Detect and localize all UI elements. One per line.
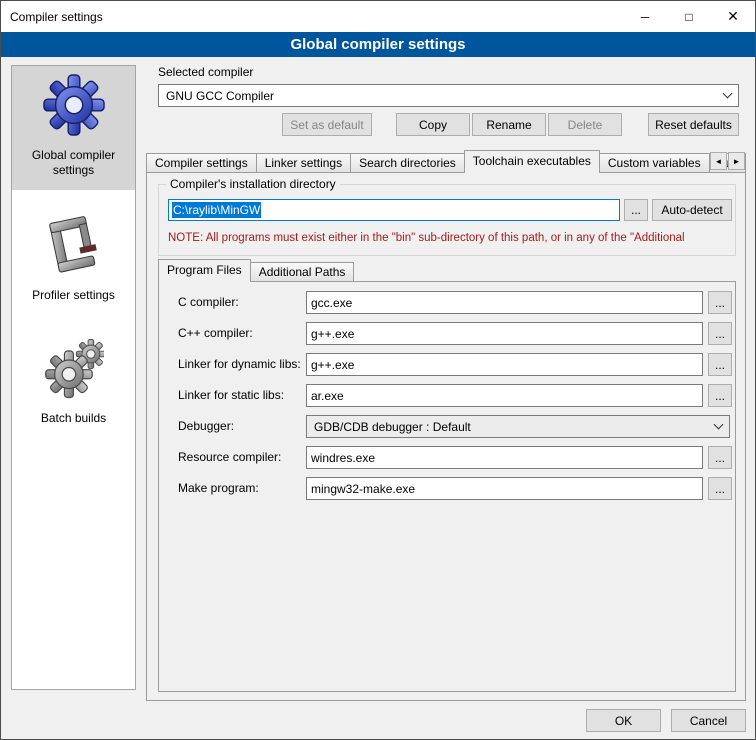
browse-button[interactable]: ... (708, 384, 732, 407)
resource-compiler-input[interactable] (306, 446, 703, 469)
tab-scroll-left-button[interactable]: ◄ (710, 152, 727, 170)
field-row: Resource compiler: ... (159, 446, 735, 469)
field-row: Linker for dynamic libs: ... (159, 353, 735, 376)
close-button[interactable]: ✕ (711, 1, 755, 32)
static-linker-label: Linker for static libs: (178, 388, 284, 402)
dialog-header: Global compiler settings (1, 32, 755, 57)
program-tab-strip: Program Files Additional Paths (158, 259, 354, 281)
tab-custom-variables[interactable]: Custom variables (599, 153, 710, 172)
tab-scroll-arrows: ◄ ► (710, 152, 745, 170)
browse-button[interactable]: ... (708, 291, 732, 314)
installation-directory-row: C:\raylib\MinGW ... Auto-detect (168, 199, 732, 221)
gears-gray-icon (44, 339, 104, 399)
compiler-select[interactable]: GNU GCC Compiler (158, 84, 739, 107)
installation-directory-group: Compiler's installation directory C:\ray… (158, 184, 736, 256)
selected-path-text: C:\raylib\MinGW (172, 202, 261, 218)
auto-detect-button[interactable]: Auto-detect (652, 199, 732, 221)
browse-directory-button[interactable]: ... (624, 199, 648, 221)
tab-search-directories[interactable]: Search directories (350, 153, 465, 172)
browse-button[interactable]: ... (708, 446, 732, 469)
note-text: NOTE: All programs must exist either in … (168, 232, 730, 244)
chevron-down-icon (723, 89, 733, 99)
c-compiler-input[interactable] (306, 291, 703, 314)
make-program-input[interactable] (306, 477, 703, 500)
tab-additional-paths[interactable]: Additional Paths (250, 262, 355, 281)
tab-scroll-right-button[interactable]: ► (728, 152, 745, 170)
sidebar: Global compiler settings Profiler settin… (11, 65, 136, 690)
debugger-select-value: GDB/CDB debugger : Default (314, 420, 707, 434)
gear-blue-icon (43, 74, 105, 136)
sidebar-item-global-compiler-settings[interactable]: Global compiler settings (12, 66, 135, 190)
field-row: Debugger: GDB/CDB debugger : Default (159, 415, 735, 438)
compiler-settings-window: Compiler settings ─ □ ✕ Global compiler … (0, 0, 756, 740)
reset-defaults-button[interactable]: Reset defaults (648, 113, 739, 136)
compiler-select-value: GNU GCC Compiler (166, 89, 716, 103)
maximize-button[interactable]: □ (667, 1, 711, 32)
resource-compiler-label: Resource compiler: (178, 450, 281, 464)
window-controls: ─ □ ✕ (623, 1, 755, 32)
copy-button[interactable]: Copy (396, 113, 470, 136)
sidebar-item-profiler-settings[interactable]: Profiler settings (12, 206, 135, 315)
sidebar-item-label: Profiler settings (32, 288, 115, 303)
tab-strip: Compiler settings Linker settings Search… (146, 150, 746, 172)
tab-compiler-settings[interactable]: Compiler settings (146, 153, 257, 172)
delete-button[interactable]: Delete (548, 113, 622, 136)
tab-toolchain-executables[interactable]: Toolchain executables (464, 150, 600, 173)
field-row: C++ compiler: ... (159, 322, 735, 345)
debugger-select[interactable]: GDB/CDB debugger : Default (306, 415, 730, 438)
field-row: Linker for static libs: ... (159, 384, 735, 407)
selected-compiler-label: Selected compiler (158, 65, 253, 79)
dynamic-linker-input[interactable] (306, 353, 703, 376)
browse-button[interactable]: ... (708, 353, 732, 376)
debugger-label: Debugger: (178, 419, 234, 433)
make-program-label: Make program: (178, 481, 259, 495)
ok-button[interactable]: OK (586, 709, 661, 732)
rename-button[interactable]: Rename (472, 113, 546, 136)
minimize-button[interactable]: ─ (623, 1, 667, 32)
cpp-compiler-input[interactable] (306, 322, 703, 345)
c-compiler-label: C compiler: (178, 295, 239, 309)
tab-linker-settings[interactable]: Linker settings (256, 153, 351, 172)
sidebar-item-label: Global compiler settings (15, 148, 132, 178)
cpp-compiler-label: C++ compiler: (178, 326, 253, 340)
installation-directory-input[interactable]: C:\raylib\MinGW (168, 199, 620, 221)
tab-program-files[interactable]: Program Files (158, 259, 251, 282)
clamp-icon (45, 214, 103, 276)
static-linker-input[interactable] (306, 384, 703, 407)
field-row: Make program: ... (159, 477, 735, 500)
titlebar: Compiler settings ─ □ ✕ (1, 1, 755, 32)
browse-button[interactable]: ... (708, 322, 732, 345)
dynamic-linker-label: Linker for dynamic libs: (178, 357, 301, 371)
cancel-button[interactable]: Cancel (671, 709, 746, 732)
installation-directory-group-label: Compiler's installation directory (166, 177, 340, 191)
toolchain-executables-panel: Compiler's installation directory C:\ray… (146, 172, 746, 701)
window-title: Compiler settings (1, 10, 103, 24)
set-as-default-button[interactable]: Set as default (282, 113, 372, 136)
chevron-down-icon (714, 420, 724, 430)
sidebar-item-label: Batch builds (41, 411, 106, 426)
browse-button[interactable]: ... (708, 477, 732, 500)
program-files-panel: C compiler: ... C++ compiler: ... Linker… (158, 281, 736, 692)
field-row: C compiler: ... (159, 291, 735, 314)
sidebar-item-batch-builds[interactable]: Batch builds (12, 331, 135, 438)
